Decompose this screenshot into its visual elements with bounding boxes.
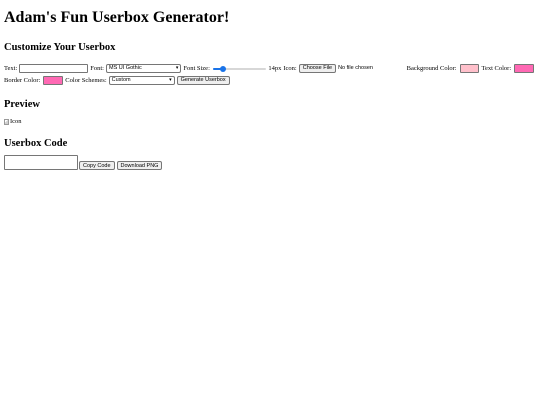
font-select-value: MS UI Gothic <box>109 65 142 71</box>
userbox-code-heading: Userbox Code <box>4 138 68 149</box>
file-status: No file chosen <box>338 65 373 71</box>
choose-file-button[interactable]: Choose File <box>298 64 337 73</box>
background-color-picker[interactable] <box>459 64 480 73</box>
preview-heading: Preview <box>4 99 40 110</box>
text-color-picker[interactable] <box>514 64 534 73</box>
controls-row-2: Border Color: Color Schemes: Custom ▾ Ge… <box>4 75 536 86</box>
page-title: Adam's Fun Userbox Generator! <box>4 9 230 26</box>
copy-code-button[interactable]: Copy Code <box>79 161 115 170</box>
background-color-label: Background Color: <box>406 65 457 72</box>
icon-label: Icon: <box>283 65 297 72</box>
font-select[interactable]: MS UI Gothic ▾ <box>106 64 182 73</box>
font-size-slider[interactable] <box>212 65 267 73</box>
page: Adam's Fun Userbox Generator! Customize … <box>0 0 540 170</box>
slider-thumb[interactable] <box>219 65 226 72</box>
userbox-code-textarea[interactable] <box>4 155 78 170</box>
code-row: Copy Code Download PNG <box>4 155 536 170</box>
customize-form: Text: Font: MS UI Gothic ▾ Font Size: 14… <box>4 63 536 86</box>
font-size-label: Font Size: <box>183 65 210 72</box>
customize-heading: Customize Your Userbox <box>4 42 116 53</box>
color-scheme-value: Custom <box>111 77 131 83</box>
font-size-display: 14px <box>268 65 282 72</box>
font-label: Font: <box>90 65 104 72</box>
broken-image-icon <box>4 118 9 125</box>
text-color-label: Text Color: <box>481 65 512 72</box>
controls-row-1: Text: Font: MS UI Gothic ▾ Font Size: 14… <box>4 63 536 74</box>
border-color-picker[interactable] <box>43 76 64 85</box>
color-schemes-label: Color Schemes: <box>65 77 107 84</box>
preview-image-alt: Icon <box>10 118 22 125</box>
color-scheme-select[interactable]: Custom ▾ <box>108 76 175 85</box>
chevron-down-icon: ▾ <box>175 65 179 71</box>
chevron-down-icon: ▾ <box>169 77 172 83</box>
preview-image: Icon <box>4 117 536 126</box>
text-label: Text: <box>4 65 18 72</box>
download-png-button[interactable]: Download PNG <box>116 161 163 170</box>
generate-userbox-button[interactable]: Generate Userbox <box>176 76 230 85</box>
text-input[interactable] <box>19 64 89 73</box>
border-color-label: Border Color: <box>4 77 41 84</box>
